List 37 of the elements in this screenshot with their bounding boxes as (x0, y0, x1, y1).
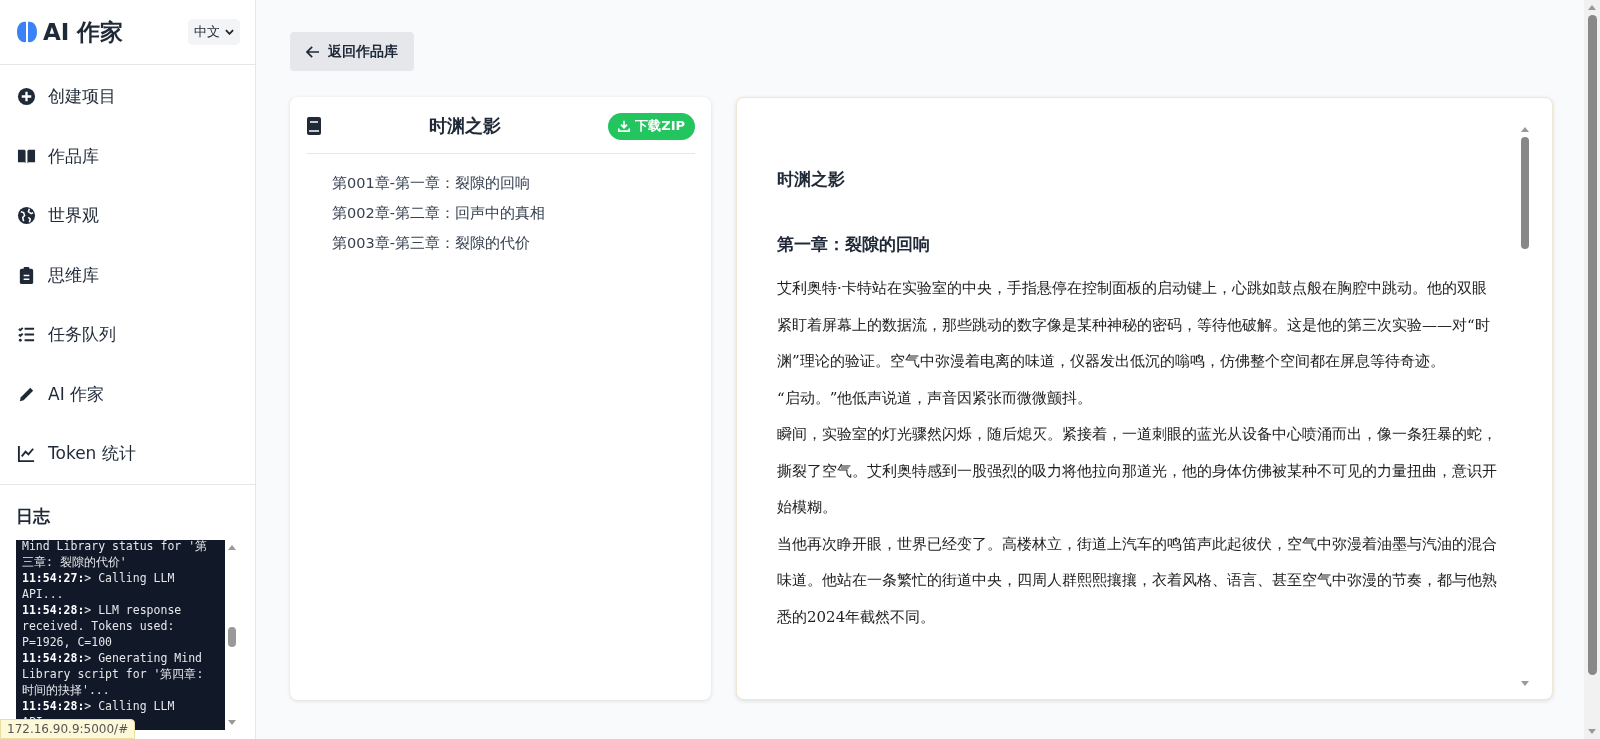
log-entry: 11:54:28:> Generating Mind Library script for '第四章: 时间的抉择'... (22, 649, 205, 698)
chapter-link[interactable]: 第003章-第三章：裂隙的代价 (332, 234, 695, 253)
paragraph: 艾利奥特·卡特站在实验室的中央，手指悬停在控制面板的启动键上，心跳如鼓点般在胸腔中跳动。他的双眼紧盯着屏幕上的数据流，那些跳动的数字像是某种神秘的密码，等待他破解。这是他的第三次实验——对“时渊”理论的验证。空气中弥漫着电离的味道，仪器发出低沉的嗡鸣，仿佛整个空间都在屏息等待奇迹。 (777, 278, 1491, 372)
nav-item[interactable]: Token 统计 (0, 424, 255, 484)
plus-icon (17, 87, 36, 107)
nav-item[interactable]: 思维库 (0, 245, 255, 305)
nav-item[interactable]: 任务队列 (0, 305, 255, 365)
chart-icon (17, 444, 36, 464)
clipboard-icon (17, 265, 36, 285)
brain-icon (16, 20, 38, 44)
log-entry: Mind Library status for '第三章: 裂隙的代价' (22, 539, 209, 570)
chapter-link[interactable]: 第001章-第一章：裂隙的回响 (332, 174, 695, 193)
chevron-icon (225, 29, 234, 35)
chapter-heading: 第一章：裂隙的回响 (777, 233, 931, 256)
globe-icon (17, 206, 36, 226)
arrow-left-icon (306, 45, 320, 58)
chapter-link[interactable]: 第002章-第二章：回声中的真相 (332, 204, 695, 223)
app-title: AI 作家 (43, 17, 124, 47)
language-select[interactable]: 中文 (188, 19, 240, 45)
log-title: 日志 (16, 504, 51, 528)
paragraph: 当他再次睁开眼，世界已经变了。高楼林立，街道上汽车的鸣笛声此起彼伏，空气中弥漫着油墨与汽油的混合味道。他站在一条繁忙的街道中央，四周人群熙熙攘攘，衣着风格、语言、甚至空气中弥漫的节奏，都与他熟悉的2024年截然不同。 (777, 533, 1498, 628)
nav-item[interactable]: 创建项目 (0, 67, 255, 127)
download-icon (618, 120, 631, 132)
list-icon (17, 325, 36, 345)
book-icon (306, 116, 322, 136)
nav-item[interactable]: 作品库 (0, 126, 255, 186)
paragraph: “启动。”他低声说道，声音因紧张而微微颤抖。 (777, 387, 1094, 409)
nav-item[interactable]: AI 作家 (0, 364, 255, 424)
back-button[interactable]: 返回作品库 (290, 32, 414, 71)
page-scrollbar[interactable] (1584, 0, 1600, 739)
status-url: 172.16.90.9:5000/# (0, 719, 136, 739)
log-entry: 11:54:27:> Calling LLM API... (22, 569, 176, 602)
book-heading: 时渊之影 (777, 168, 846, 191)
book-title: 时渊之影 (428, 114, 503, 138)
log-entry: 11:54:28:> LLM response received. Tokens used: P=1926, C=100 (22, 601, 183, 650)
paragraph: 瞬间，实验室的灯光骤然闪烁，随后熄灭。紧接着，一道刺眼的蓝光从设备中心喷涌而出，像一条狂暴的蛇，撕裂了空气。艾利奥特感到一股强烈的吸力将他拉向那道光，他的身体仿佛被某种不可见的力量扭曲，意识开始模糊。 (777, 424, 1498, 518)
nav-item[interactable]: 世界观 (0, 186, 255, 246)
